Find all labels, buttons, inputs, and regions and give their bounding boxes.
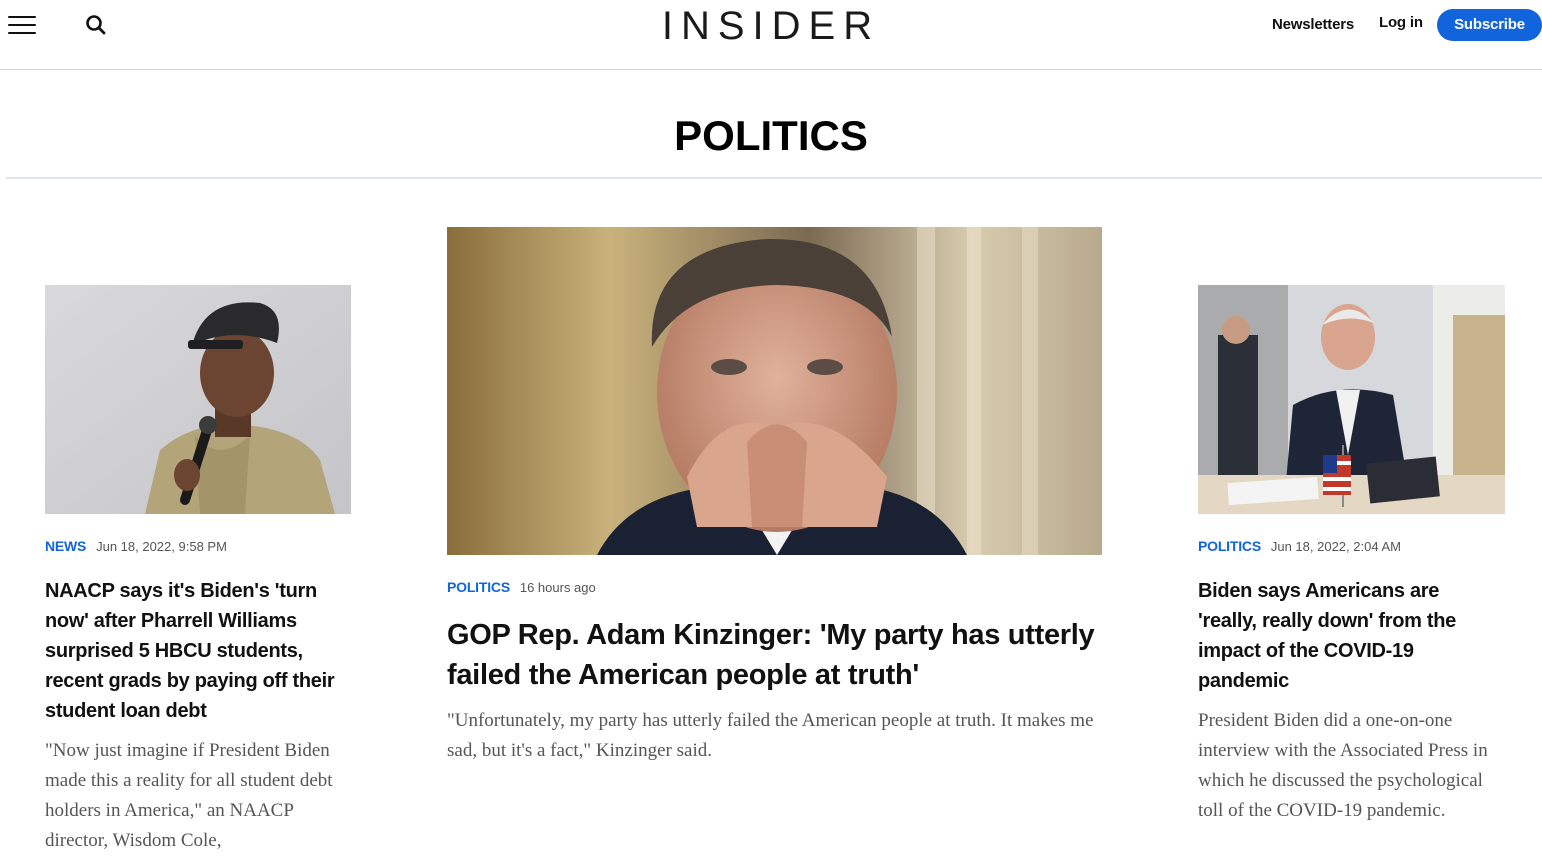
article-dek: President Biden did a one-on-one intervi… (1198, 710, 1488, 821)
site-logo[interactable]: INSIDER (662, 4, 880, 48)
login-link[interactable]: Log in (1379, 14, 1423, 31)
site-header: INSIDER Newsletters Log in Subscribe (0, 0, 1542, 70)
article-meta: POLITICS 16 hours ago (447, 579, 596, 595)
article-meta: POLITICS Jun 18, 2022, 2:04 AM (1198, 538, 1401, 554)
article-headline[interactable]: NAACP says it's Biden's 'turn now' after… (45, 576, 351, 726)
timestamp: Jun 18, 2022, 9:58 PM (96, 539, 227, 554)
article-headline[interactable]: GOP Rep. Adam Kinzinger: 'My party has u… (447, 615, 1107, 695)
section-divider (6, 177, 1542, 179)
search-icon[interactable] (84, 13, 108, 37)
vertical-tag[interactable]: POLITICS (1198, 538, 1261, 554)
hamburger-menu-icon[interactable] (8, 14, 36, 36)
timestamp: Jun 18, 2022, 2:04 AM (1270, 539, 1401, 554)
article-dek: "Unfortunately, my party has utterly fai… (447, 710, 1094, 761)
subscribe-button[interactable]: Subscribe (1437, 9, 1542, 41)
photo-man-at-desk-with-flag-icon (1198, 285, 1505, 514)
article-thumbnail[interactable] (1198, 285, 1505, 514)
article-thumbnail[interactable] (447, 227, 1102, 555)
timestamp: 16 hours ago (519, 580, 596, 595)
vertical-tag[interactable]: NEWS (45, 538, 86, 554)
photo-man-with-microphone-icon (45, 285, 351, 514)
photo-man-hands-clasped-icon (447, 227, 1102, 555)
newsletters-link[interactable]: Newsletters (1272, 16, 1354, 33)
page-title: POLITICS (674, 112, 868, 159)
article-dek: "Now just imagine if President Biden mad… (45, 740, 333, 851)
article-headline[interactable]: Biden says Americans are 'really, really… (1198, 576, 1498, 696)
article-thumbnail[interactable] (45, 285, 351, 514)
vertical-tag[interactable]: POLITICS (447, 579, 510, 595)
article-meta: NEWS Jun 18, 2022, 9:58 PM (45, 538, 227, 554)
